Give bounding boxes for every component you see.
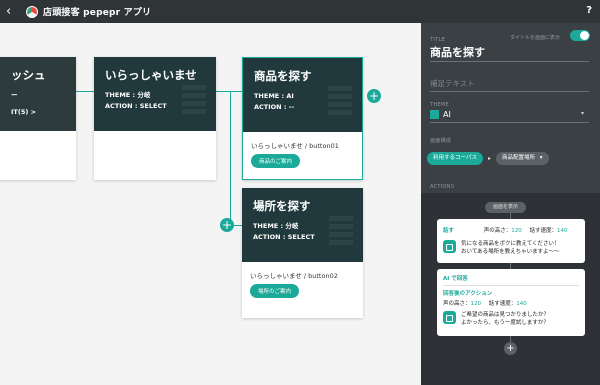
title-underline [430,61,589,62]
help-icon[interactable]: ? [586,5,592,16]
back-arrow-icon[interactable]: ‹ [6,5,22,18]
voice-pitch-value: 120 [511,228,522,234]
card-watermark [182,85,206,115]
speech-text: 気になる商品をボクに教えてください！ [461,241,560,247]
card-title: いらっしゃいませ [105,68,197,82]
connector-line [76,91,94,92]
speech-speed-label: 話す速度： [529,228,558,234]
voice-pitch-label: 声の高さ： [443,301,471,307]
arrow-right-icon: ▸ [488,155,492,162]
flow-card-search-place[interactable]: 場所を探す THEME : 分岐 ACTION : SELECT いらっしゃいま… [242,188,363,318]
divider [443,285,579,286]
speech-speed-value: 140 [557,228,568,234]
title-display-label: タイトルを画面に表示 [510,35,561,41]
voice-pitch-value: 120 [470,301,482,307]
card-title: ッシュ [11,68,46,82]
app-logo-icon [26,5,38,18]
properties-panel: TITLE タイトルを画面に表示 商品を探す 補足テキスト THEME AI ▾… [421,23,600,385]
speech-text: よかったら、もう一度試しますか？ [461,320,549,326]
theme-color-swatch [430,110,439,119]
connector-line [216,91,242,92]
title-label: TITLE [430,37,446,43]
product-location-label: 商品配置場所 [502,155,536,161]
chevron-down-icon: ▾ [539,155,543,161]
connector-line [230,91,231,225]
speech-speed-value: 140 [516,301,527,307]
action-card-speak[interactable]: 話す 声の高さ：120 話す速度：140 気になる商品をボクに教えてください！ … [437,219,585,263]
after-answer-label: 回答後のアクション [443,291,493,297]
card-title: 場所を探す [253,199,311,213]
show-screen-chip[interactable]: 画面を表示 [485,202,527,213]
card-button-label: いらっしゃいませ / button01 [251,142,339,150]
speaker-icon [443,240,456,253]
card-button[interactable]: 商品のご案内 [251,154,301,168]
action-header: 話す [443,228,455,234]
card-button[interactable]: 場所のご案内 [250,284,300,298]
card-button-label: いらっしゃいませ / button02 [250,272,338,280]
subtext-input[interactable]: 補足テキスト [430,78,475,89]
add-node-button[interactable]: + [367,89,381,103]
flow-card-search-product[interactable]: 商品を探す THEME : AI ACTION : -- いらっしゃいませ / … [242,57,363,180]
title-input[interactable]: 商品を探す [430,44,485,60]
speech-speed-label: 話す速度： [488,301,517,307]
add-action-button[interactable]: + [504,342,517,355]
action-card-ai-answer[interactable]: AI で回答 回答後のアクション 声の高さ：120 話す速度：140 ご希望の商… [437,269,585,336]
app-title: 店頭接客 pepepr アプリ [43,8,152,18]
speech-text: ご希望の商品は見つかりましたか？ [461,312,550,318]
actions-label: ACTIONS [430,184,455,190]
subtext-underline [430,91,589,92]
corpus-chip[interactable]: 利用するコーパス [427,152,483,165]
card-meta: IT(5) > [11,108,37,116]
speaker-icon [443,311,456,324]
chevron-down-icon[interactable]: ▾ [581,110,584,117]
theme-label: THEME [430,102,449,108]
title-display-toggle[interactable] [570,30,590,41]
card-watermark [329,216,353,246]
speech-text: おいてある場所を教えちゃいますよ〜〜 [461,249,560,255]
flow-canvas[interactable]: ッシュ ー IT(5) > いらっしゃいませ THEME : 分岐 ACTION… [0,23,421,385]
top-bar: ‹ 店頭接客 pepepr アプリ ? [0,0,600,23]
flow-card-irasshaimase[interactable]: いらっしゃいませ THEME : 分岐 ACTION : SELECT [94,57,216,180]
add-node-button[interactable]: + [220,218,234,232]
voice-pitch-label: 声の高さ： [483,228,512,234]
card-watermark [328,86,352,116]
card-meta: ー [11,91,18,99]
screen-config-label: 画面構成 [430,138,452,144]
theme-select[interactable]: AI [443,110,451,119]
product-location-chip[interactable]: 商品配置場所 ▾ [496,152,549,165]
card-title: 商品を探す [254,69,312,83]
theme-underline [430,122,589,123]
flow-card[interactable]: ッシュ ー IT(5) > [0,57,76,180]
action-header: AI で回答 [443,276,468,282]
